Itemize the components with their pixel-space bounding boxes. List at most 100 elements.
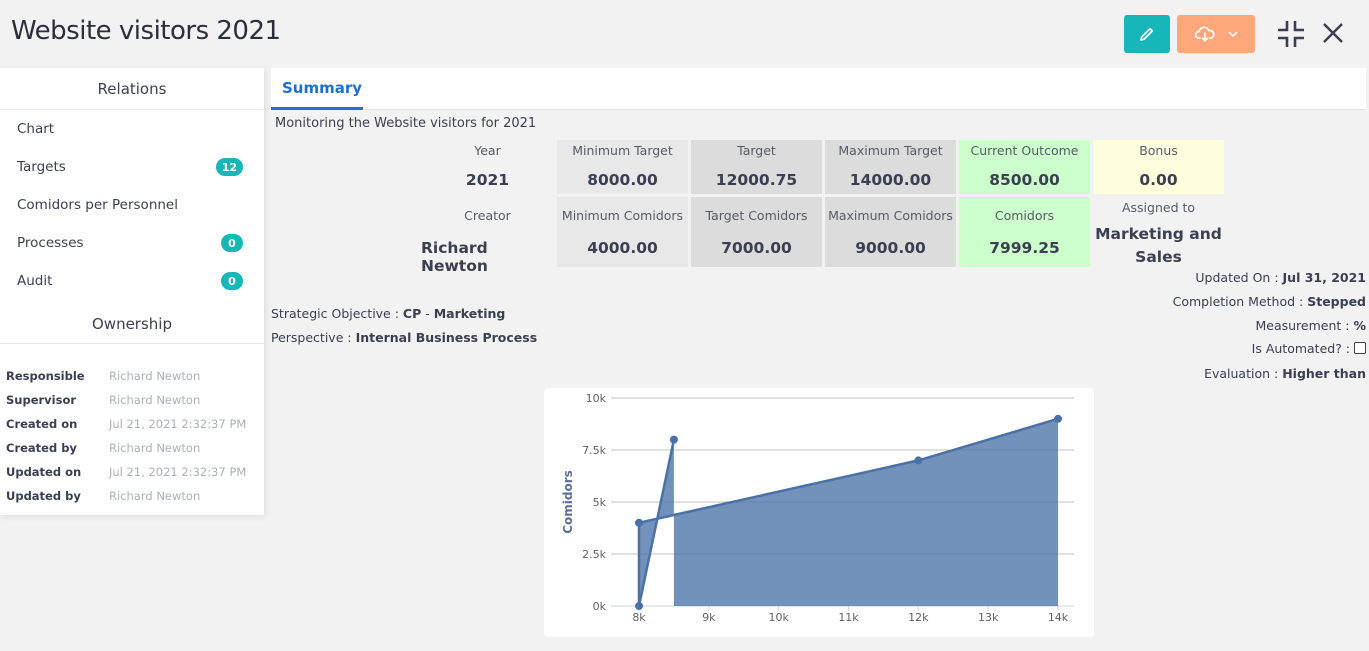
summary-cell-target-comidors: Target Comidors 7000.00 xyxy=(691,197,822,267)
ownership-label: Responsible xyxy=(6,369,85,383)
relation-item-processes[interactable]: Processes 0 xyxy=(0,224,264,262)
cell-value: Richard Newton xyxy=(421,239,488,275)
cell-value: 8000.00 xyxy=(587,171,658,189)
evaluation: Evaluation : Higher than xyxy=(1204,366,1366,381)
cell-label: Current Outcome xyxy=(970,143,1079,158)
summary-cell-minimum-comidors: Minimum Comidors 4000.00 xyxy=(557,197,688,267)
relations-heading: Relations xyxy=(0,68,264,110)
ownership-value: Richard Newton xyxy=(109,393,201,407)
data-point xyxy=(1054,414,1062,423)
cell-label: Maximum Target xyxy=(838,143,943,158)
cell-label: Creator xyxy=(464,208,511,223)
comidors-chart: 0k 2.5k 5k 7.5k 10k 8k 9k 10k 11k 12k 13k 14k Comido… xyxy=(561,392,1074,624)
cell-value: 7999.25 xyxy=(989,239,1060,257)
cell-label: Minimum Target xyxy=(572,143,673,158)
x-tick-label: 11k xyxy=(838,611,859,624)
data-point xyxy=(635,518,643,527)
summary-description: Monitoring the Website visitors for 2021 xyxy=(275,116,537,131)
ownership-value: Jul 21, 2021 2:32:37 PM xyxy=(109,465,247,479)
cell-value: 8500.00 xyxy=(989,171,1060,189)
ownership-row: Created on Jul 21, 2021 2:32:37 PM xyxy=(0,412,264,436)
count-badge: 12 xyxy=(215,158,243,176)
summary-cell-target: Target 12000.75 xyxy=(691,140,822,194)
cell-label: Target Comidors xyxy=(705,208,808,223)
series-area xyxy=(639,418,1058,606)
relation-item-targets[interactable]: Targets 12 xyxy=(0,148,264,186)
cell-label: Comidors xyxy=(994,208,1055,223)
y-tick-label: 2.5k xyxy=(582,548,606,561)
summary-cell-current-outcome: Current Outcome 8500.00 xyxy=(959,140,1090,194)
cell-value: 9000.00 xyxy=(855,239,926,257)
cell-value: 2021 xyxy=(465,171,510,189)
ownership-row: Updated on Jul 21, 2021 2:32:37 PM xyxy=(0,460,264,484)
relation-label: Chart xyxy=(17,121,55,137)
ownership-label: Updated on xyxy=(6,465,82,479)
data-point xyxy=(914,456,923,465)
cell-value: 7000.00 xyxy=(721,239,792,257)
automated-checkbox[interactable] xyxy=(1354,342,1366,354)
summary-cell-assigned-to: Assigned to Marketing and Sales xyxy=(1093,197,1224,267)
data-point xyxy=(669,435,678,444)
x-tick-label: 8k xyxy=(632,611,646,624)
x-tick-label: 9k xyxy=(702,611,716,624)
measurement: Measurement : % xyxy=(1255,318,1366,333)
cell-value: 4000.00 xyxy=(587,239,658,257)
tab-summary[interactable]: Summary xyxy=(271,68,363,110)
data-point xyxy=(635,602,643,610)
summary-cell-comidors: Comidors 7999.25 xyxy=(959,197,1090,267)
ownership-row: Updated by Richard Newton xyxy=(0,484,264,508)
chevron-down-icon xyxy=(1228,31,1238,38)
edit-button[interactable] xyxy=(1124,15,1170,53)
relations-list: Chart Targets 12 Comidors per Personnel Proc… xyxy=(0,110,264,300)
strategic-objective: Strategic Objective : CP - Marketing xyxy=(271,306,506,321)
x-tick-label: 13k xyxy=(978,611,999,624)
perspective: Perspective : Internal Business Process xyxy=(271,330,538,345)
ownership-label: Updated by xyxy=(6,489,81,503)
tab-bar: Summary xyxy=(271,68,1366,110)
ownership-value: Richard Newton xyxy=(109,489,201,503)
ownership-label: Created on xyxy=(6,417,78,431)
ownership-value: Richard Newton xyxy=(109,369,201,383)
cell-value: Marketing and Sales xyxy=(1095,225,1222,266)
ownership-value: Jul 21, 2021 2:32:37 PM xyxy=(109,417,247,431)
relation-item-chart[interactable]: Chart xyxy=(0,110,264,148)
ownership-heading: Ownership xyxy=(0,304,264,344)
ownership-label: Created by xyxy=(6,441,77,455)
relation-label: Processes xyxy=(17,235,84,251)
cell-label: Maximum Comidors xyxy=(828,208,953,223)
ownership-row: Created by Richard Newton xyxy=(0,436,264,460)
sidebar: Relations Chart Targets 12 Comidors per Per… xyxy=(0,68,264,515)
y-tick-label: 10k xyxy=(586,392,607,405)
cell-value: 14000.00 xyxy=(849,171,932,189)
cell-value: 12000.75 xyxy=(715,171,798,189)
relation-item-comidors-per-personnel[interactable]: Comidors per Personnel xyxy=(0,186,264,224)
x-tick-label: 12k xyxy=(908,611,929,624)
cell-label: Minimum Comidors xyxy=(561,208,684,223)
download-button[interactable] xyxy=(1177,15,1255,53)
summary-cell-maximum-comidors: Maximum Comidors 9000.00 xyxy=(825,197,956,267)
collapse-icon[interactable] xyxy=(1277,20,1305,48)
updated-on: Updated On : Jul 31, 2021 xyxy=(1195,270,1366,285)
summary-grid: Year 2021 Minimum Target 8000.00 Target 12000… xyxy=(421,140,1224,275)
cloud-download-icon xyxy=(1194,26,1215,42)
summary-cell-bonus: Bonus 0.00 xyxy=(1093,140,1224,194)
summary-cell-minimum-target: Minimum Target 8000.00 xyxy=(557,140,688,194)
x-tick-label: 14k xyxy=(1048,611,1069,624)
y-axis-title: Comidors xyxy=(561,470,575,534)
summary-cell-creator: Creator Richard Newton xyxy=(421,197,554,275)
close-icon[interactable] xyxy=(1320,20,1346,46)
page-title: Website visitors 2021 xyxy=(11,16,281,46)
y-tick-label: 5k xyxy=(593,496,607,509)
count-badge: 0 xyxy=(221,272,243,290)
cell-label: Target xyxy=(737,143,776,158)
pencil-icon xyxy=(1140,27,1154,41)
relation-label: Comidors per Personnel xyxy=(17,197,178,213)
cell-label: Assigned to xyxy=(1121,200,1196,215)
cell-label: Bonus xyxy=(1139,143,1178,158)
y-tick-label: 0k xyxy=(593,600,607,613)
relation-item-audit[interactable]: Audit 0 xyxy=(0,262,264,300)
ownership-label: Supervisor xyxy=(6,393,77,407)
relation-label: Targets xyxy=(17,159,66,175)
y-tick-label: 7.5k xyxy=(582,444,606,457)
ownership-value: Richard Newton xyxy=(109,441,201,455)
